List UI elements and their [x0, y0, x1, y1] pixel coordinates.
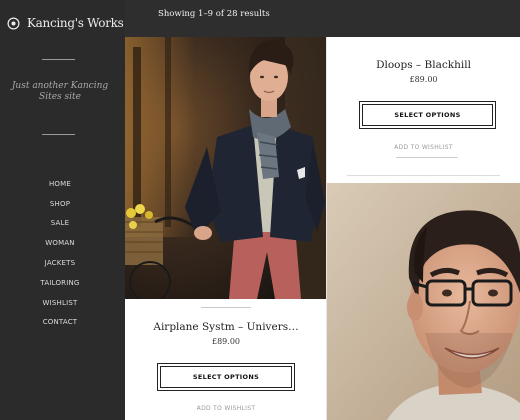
site-logo[interactable]: Kancing's Works	[7, 14, 124, 32]
product-photo-man-glasses	[327, 183, 520, 420]
sidebar: Kancing's Works Just another Kancing Sit…	[0, 0, 125, 420]
product-card-airplane-systm: Airplane Systm – Univers… £89.00 SELECT …	[125, 299, 327, 420]
add-to-wishlist-link[interactable]: ADD TO WISHLIST	[125, 405, 327, 412]
product-title[interactable]: Dloops – Blackhill	[327, 59, 520, 71]
product-price: £89.00	[409, 75, 438, 84]
product-price: £89.00	[212, 337, 240, 346]
result-count: Showing 1–9 of 28 results	[158, 9, 270, 19]
site-title[interactable]: Kancing's Works	[27, 16, 124, 30]
shop-toolbar: Showing 1–9 of 28 results	[125, 0, 520, 37]
main-nav: HOME SHOP SALE WOMAN JACKETS TAILORING W…	[0, 174, 120, 332]
product-photo-man-jacket	[125, 37, 327, 299]
logo-icon	[7, 16, 20, 30]
card-divider	[201, 307, 251, 308]
nav-item-woman[interactable]: WOMAN	[0, 233, 120, 253]
nav-item-sale[interactable]: SALE	[0, 214, 120, 234]
site-tagline: Just another Kancing Sites site	[11, 81, 109, 102]
select-options-label: SELECT OPTIONS	[394, 111, 461, 119]
nav-item-home[interactable]: HOME	[0, 174, 120, 194]
product-image-airplane-systm[interactable]	[125, 37, 327, 299]
sidebar-divider-top	[42, 59, 75, 60]
product-title[interactable]: Airplane Systm – Univers…	[125, 321, 327, 333]
select-options-button[interactable]: SELECT OPTIONS	[359, 101, 496, 129]
sidebar-divider-bottom	[42, 134, 75, 135]
select-options-button[interactable]: SELECT OPTIONS	[157, 363, 295, 391]
product-image-portrait[interactable]	[327, 183, 520, 420]
add-to-wishlist-link[interactable]: ADD TO WISHLIST	[327, 144, 520, 151]
product-card-dloops-blackhill: Dloops – Blackhill £89.00 SELECT OPTIONS…	[327, 37, 520, 183]
nav-item-jackets[interactable]: JACKETS	[0, 253, 120, 273]
select-options-label: SELECT OPTIONS	[192, 373, 260, 381]
nav-item-contact[interactable]: CONTACT	[0, 313, 120, 333]
nav-item-tailoring[interactable]: TAILORING	[0, 273, 120, 293]
card-divider	[347, 175, 500, 176]
nav-item-wishlist[interactable]: WISHLIST	[0, 293, 120, 313]
nav-item-shop[interactable]: SHOP	[0, 194, 120, 214]
wishlist-underline	[396, 157, 458, 158]
